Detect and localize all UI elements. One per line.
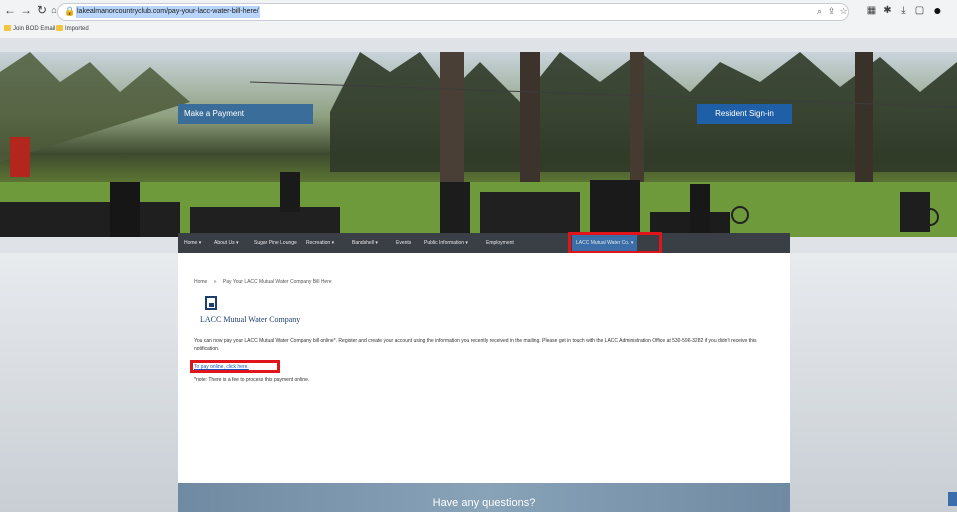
fee-note: *note: There is a fee to process this pa…: [194, 377, 310, 383]
resident-signin-button[interactable]: Resident Sign-in: [697, 104, 792, 124]
make-payment-button[interactable]: Make a Payment: [178, 104, 313, 124]
questions-banner: Have any questions?: [178, 483, 790, 512]
share-icon[interactable]: ⇪: [826, 5, 837, 17]
window-icon[interactable]: ▢: [914, 5, 925, 16]
breadcrumb: Home » Pay Your LACC Mutual Water Compan…: [194, 279, 332, 285]
nav-bandshell[interactable]: Bandshell ▾: [352, 233, 378, 253]
breadcrumb-current: Pay Your LACC Mutual Water Company Bill …: [222, 279, 332, 285]
zoom-icon[interactable]: ⌕: [814, 5, 825, 17]
bookmarks-bar: Join BOD Email Imported: [0, 22, 957, 36]
left-background: [0, 253, 178, 512]
right-background: [790, 253, 957, 512]
forward-icon[interactable]: →: [20, 4, 32, 16]
folder-icon: [4, 25, 11, 31]
folder-icon: [56, 25, 63, 31]
nav-sugar-pine-lounge[interactable]: Sugar Pine Lounge: [254, 233, 297, 253]
water-company-logo-icon: [205, 296, 217, 310]
nav-events[interactable]: Events: [396, 233, 411, 253]
back-icon[interactable]: ←: [4, 4, 16, 16]
nav-about-us[interactable]: About Us ▾: [214, 233, 238, 253]
extension-icon[interactable]: ▦: [866, 5, 877, 16]
nav-employment[interactable]: Employment: [486, 233, 514, 253]
star-icon[interactable]: ☆: [838, 5, 849, 17]
url-text[interactable]: lakealmanorcountryclub.com/pay-your-lacc…: [76, 6, 260, 18]
lock-icon[interactable]: 🔒: [64, 6, 75, 16]
questions-heading: Have any questions?: [432, 497, 536, 509]
company-name: LACC Mutual Water Company: [200, 315, 301, 324]
browser-chrome: ← → ↻ ⌂ 🔒 lakealmanorcountryclub.com/pay…: [0, 0, 957, 38]
hero-scene: [0, 52, 957, 237]
hero-image: Make a Payment Resident Sign-in: [0, 52, 957, 237]
puzzle-icon[interactable]: ✱: [882, 5, 893, 16]
bookmark-join-bod-email[interactable]: Join BOD Email: [13, 24, 55, 34]
breadcrumb-home[interactable]: Home: [194, 279, 207, 285]
nav-recreation[interactable]: Recreation ▾: [306, 233, 334, 253]
download-icon[interactable]: ⤓: [898, 5, 909, 16]
corner-widget-button[interactable]: [948, 492, 957, 506]
nav-public-information[interactable]: Public Information ▾: [424, 233, 468, 253]
instructions-paragraph: You can now pay your LACC Mutual Water C…: [194, 338, 757, 352]
reload-icon[interactable]: ↻: [36, 4, 48, 16]
highlight-box-link: [190, 360, 280, 373]
main-nav: Home ▾ About Us ▾ Sugar Pine Lounge Recr…: [178, 233, 790, 253]
bookmark-imported[interactable]: Imported: [65, 24, 89, 34]
nav-home[interactable]: Home ▾: [184, 233, 201, 253]
breadcrumb-separator: »: [213, 279, 217, 285]
highlight-box-nav: [568, 232, 662, 254]
address-bar[interactable]: 🔒 lakealmanorcountryclub.com/pay-your-la…: [57, 3, 849, 21]
profile-icon[interactable]: ●: [932, 3, 943, 17]
